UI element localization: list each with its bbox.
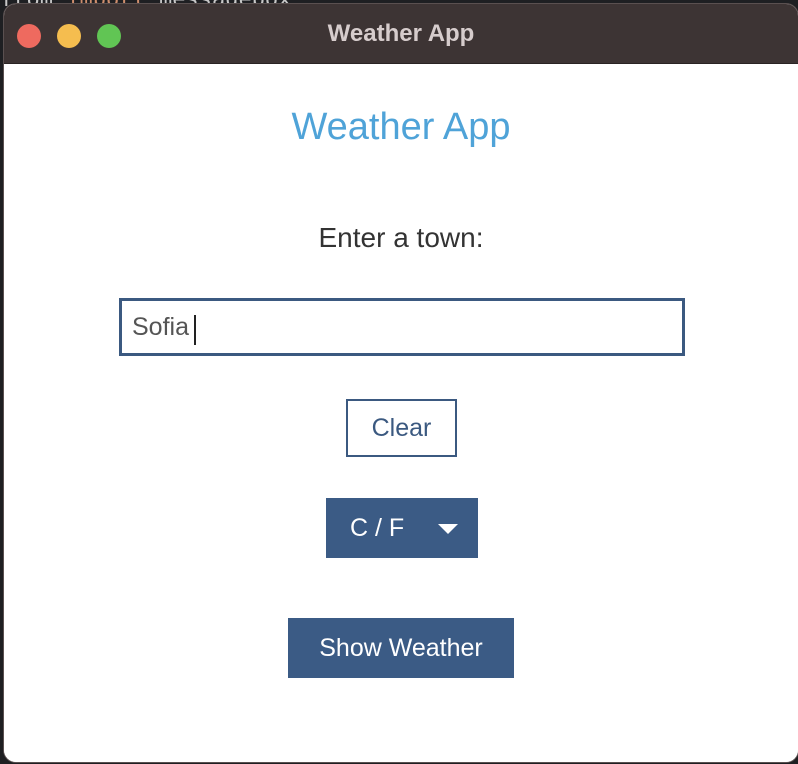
title-bar[interactable]: Weather App: [4, 4, 798, 64]
app-window: Weather App Weather App Enter a town: Cl…: [4, 4, 798, 762]
window-title: Weather App: [327, 20, 475, 47]
unit-dropdown-value: C / F: [350, 514, 405, 542]
text-caret: [194, 315, 196, 345]
clear-button[interactable]: Clear: [346, 399, 457, 457]
app-heading: Weather App: [291, 106, 511, 148]
unit-dropdown[interactable]: C / F: [326, 498, 478, 558]
town-input[interactable]: [119, 298, 685, 356]
town-prompt-label: Enter a town:: [318, 222, 484, 253]
show-weather-button[interactable]: Show Weather: [288, 618, 514, 678]
dropdown-arrow-icon: [438, 524, 458, 534]
app-content: Weather App Enter a town: Clear C / F Sh…: [4, 64, 798, 762]
